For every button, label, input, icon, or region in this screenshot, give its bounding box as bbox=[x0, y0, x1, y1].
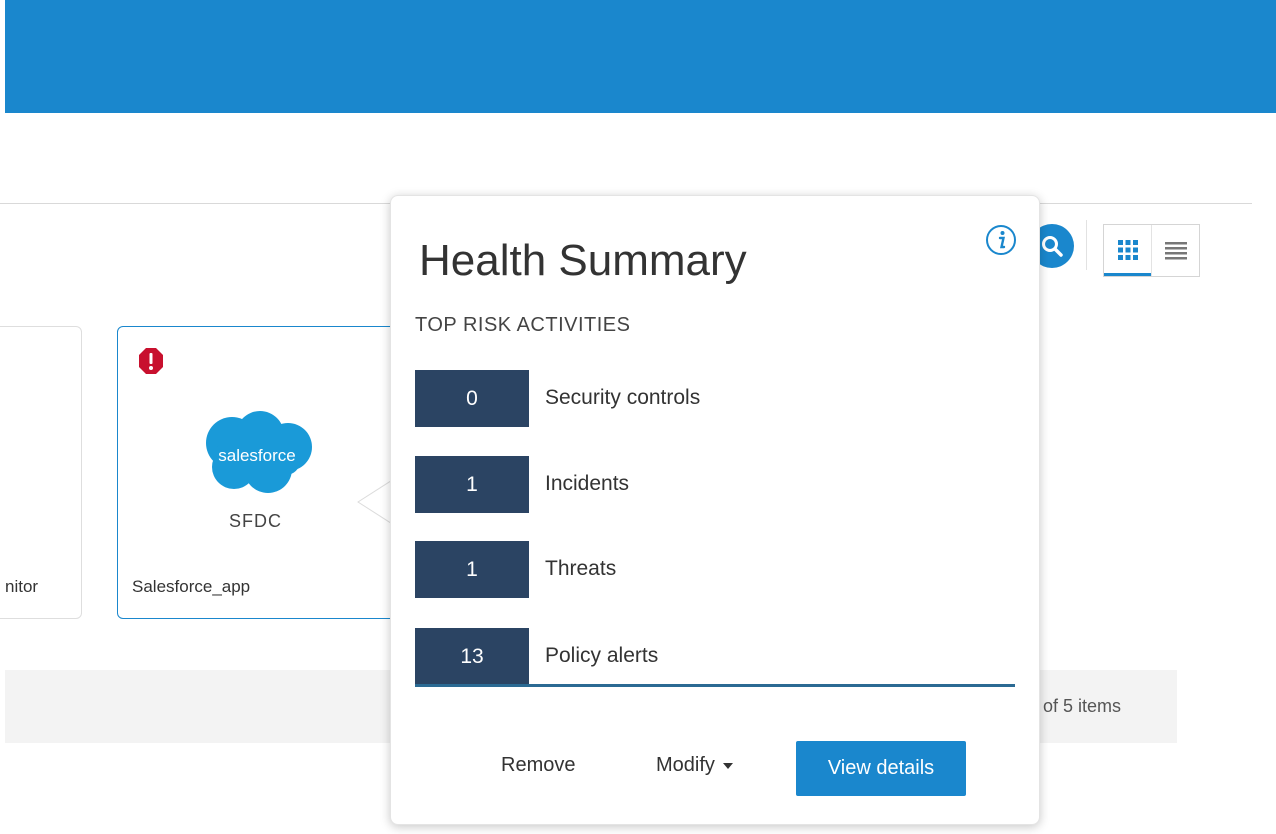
list-view-button[interactable] bbox=[1151, 225, 1199, 276]
risk-row-policy-alerts[interactable]: 13 Policy alerts bbox=[415, 628, 1015, 685]
risk-row-security-controls[interactable]: 0 Security controls bbox=[415, 370, 1015, 427]
risk-label[interactable]: Incidents bbox=[545, 472, 629, 496]
alert-icon bbox=[139, 348, 163, 374]
toolbar-separator bbox=[1086, 220, 1087, 270]
risk-label[interactable]: Security controls bbox=[545, 386, 700, 410]
risk-count[interactable]: 0 bbox=[415, 370, 529, 427]
risk-count[interactable]: 1 bbox=[415, 456, 529, 513]
search-icon bbox=[1042, 236, 1063, 257]
app-card-label: Salesforce_app bbox=[132, 577, 251, 596]
app-card-label: nitor bbox=[5, 577, 39, 596]
risk-label[interactable]: Threats bbox=[545, 557, 616, 581]
remove-button[interactable]: Remove bbox=[501, 754, 575, 777]
modify-label: Modify bbox=[656, 754, 715, 776]
view-details-button[interactable]: View details bbox=[796, 741, 966, 796]
risk-row-threats[interactable]: 1 Threats bbox=[415, 541, 1015, 598]
view-toggle bbox=[1103, 224, 1200, 277]
modify-dropdown-button[interactable]: Modify bbox=[656, 754, 733, 777]
grid-view-button[interactable] bbox=[1104, 225, 1151, 276]
app-abbreviation: SFDC bbox=[229, 511, 282, 531]
salesforce-logo-text: salesforce bbox=[218, 446, 295, 465]
popover-subtitle: TOP RISK ACTIVITIES bbox=[415, 314, 631, 336]
app-card[interactable]: nitor bbox=[0, 326, 82, 619]
salesforce-logo: salesforce bbox=[206, 411, 312, 493]
risk-row-incidents[interactable]: 1 Incidents bbox=[415, 456, 1015, 513]
risk-label[interactable]: Policy alerts bbox=[545, 644, 658, 668]
health-summary-popover: Health Summary TOP RISK ACTIVITIES 0 Sec… bbox=[390, 195, 1040, 825]
caret-down-icon bbox=[722, 762, 733, 769]
info-icon[interactable] bbox=[985, 224, 1017, 256]
grid-view-icon bbox=[1118, 240, 1138, 260]
risk-count[interactable]: 13 bbox=[415, 628, 529, 685]
top-header-bar bbox=[5, 0, 1276, 113]
popover-title: Health Summary bbox=[419, 236, 747, 285]
pagination-count: of 5 items bbox=[1043, 696, 1122, 716]
list-view-icon bbox=[1165, 242, 1187, 260]
risk-count[interactable]: 1 bbox=[415, 541, 529, 598]
risk-list-underline bbox=[415, 684, 1015, 687]
